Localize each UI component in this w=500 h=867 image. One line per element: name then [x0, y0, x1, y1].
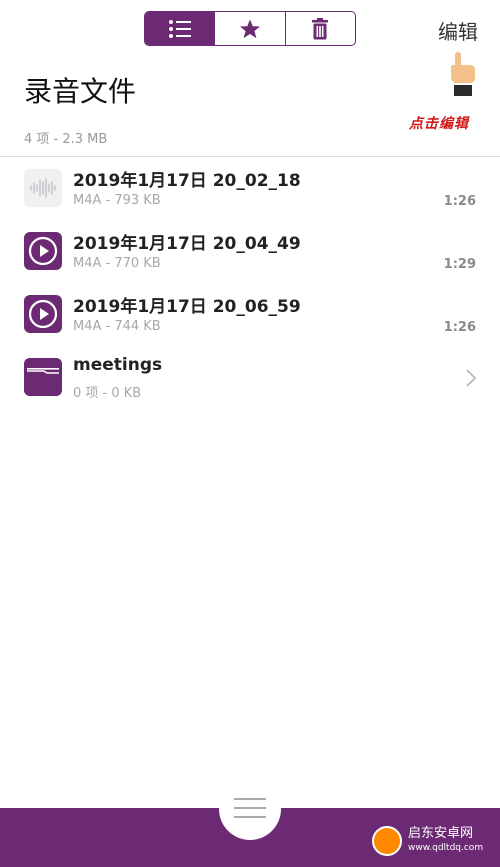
recordings-list: 2019年1月17日 20_02_18 M4A - 793 KB 1:26 20…	[0, 157, 500, 409]
trash-icon	[312, 17, 329, 39]
edit-annotation: 点击编辑	[409, 116, 469, 132]
item-duration: 1:26	[443, 194, 476, 209]
item-duration: 1:29	[443, 257, 476, 272]
item-meta: M4A - 744 KB	[73, 319, 161, 334]
item-meta: M4A - 770 KB	[73, 256, 161, 271]
item-name: 2019年1月17日 20_02_18	[73, 171, 301, 191]
item-meta: M4A - 793 KB	[73, 193, 161, 208]
item-summary: 4 项 - 2.3 MB	[24, 132, 108, 147]
item-meta: 0 项 - 0 KB	[73, 386, 142, 401]
item-name: 2019年1月17日 20_04_49	[73, 234, 301, 254]
chevron-right-icon	[466, 369, 476, 387]
view-segmented-control	[144, 11, 356, 46]
play-icon[interactable]	[24, 295, 62, 333]
list-item[interactable]: 2019年1月17日 20_02_18 M4A - 793 KB 1:26	[0, 157, 500, 220]
tab-trash[interactable]	[284, 12, 355, 45]
pointing-hand-icon	[451, 52, 475, 96]
item-duration: 1:26	[443, 320, 476, 335]
tab-favorites[interactable]	[214, 12, 284, 45]
list-item[interactable]: 2019年1月17日 20_06_59 M4A - 744 KB 1:26	[0, 283, 500, 346]
list-item[interactable]: 2019年1月17日 20_04_49 M4A - 770 KB 1:29	[0, 220, 500, 283]
list-item-folder[interactable]: meetings 0 项 - 0 KB	[0, 346, 500, 409]
watermark-logo-icon	[372, 826, 402, 856]
watermark-url: www.qdltdq.com	[408, 843, 484, 853]
page-title: 录音文件	[24, 75, 137, 108]
edit-button[interactable]: 编辑	[438, 16, 478, 45]
menu-button[interactable]	[219, 778, 281, 840]
item-name: meetings	[73, 355, 163, 375]
item-name: 2019年1月17日 20_06_59	[73, 297, 301, 317]
star-icon	[239, 18, 261, 38]
hamburger-icon	[234, 798, 266, 818]
watermark-title: 启东安卓网	[408, 826, 474, 841]
waveform-icon	[24, 169, 62, 207]
watermark: 启东安卓网 www.qdltdq.com	[372, 826, 483, 856]
folder-icon	[24, 358, 62, 396]
list-icon	[168, 19, 191, 38]
tab-list[interactable]	[145, 12, 215, 45]
play-icon[interactable]	[24, 232, 62, 270]
